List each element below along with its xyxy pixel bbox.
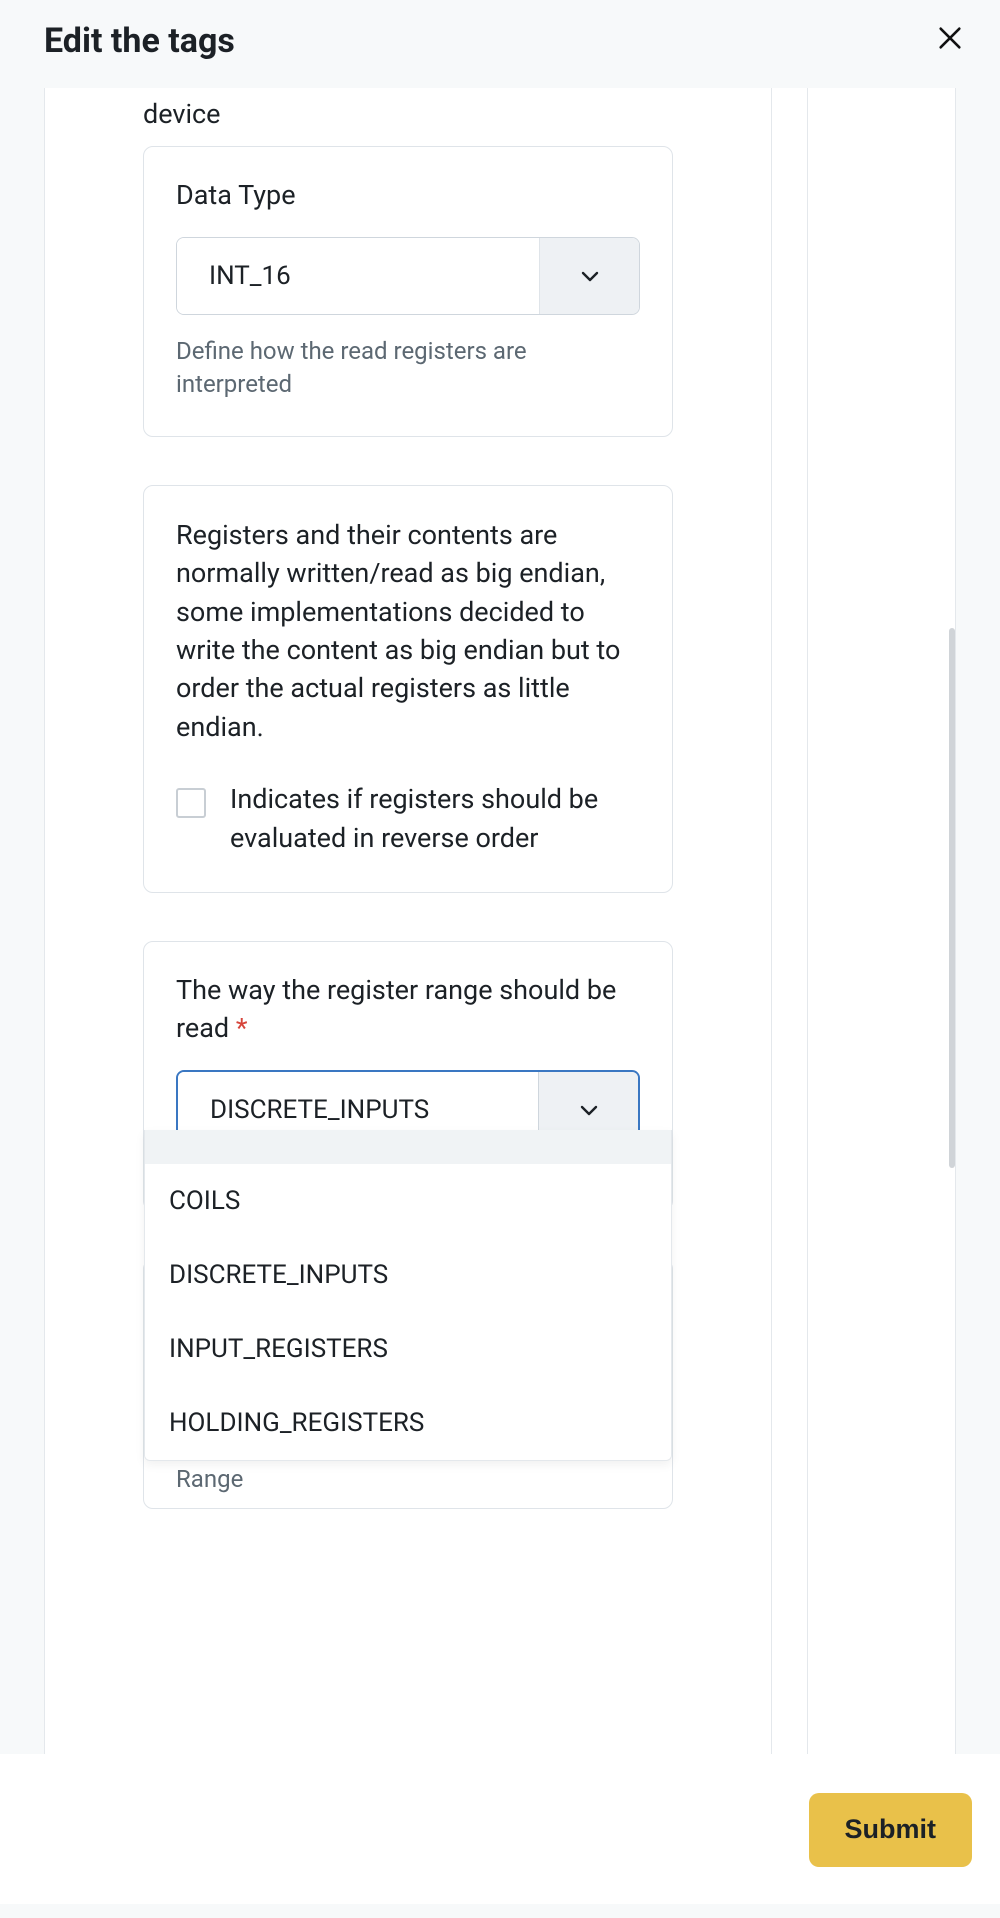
endian-description: Registers and their contents are normall…	[176, 516, 640, 746]
submit-button[interactable]: Submit	[809, 1793, 973, 1867]
modal-footer: Submit	[0, 1754, 1000, 1904]
form-panel: device Data Type INT_16 Define how the r…	[44, 88, 956, 1768]
dropdown-option-discrete-inputs[interactable]: DISCRETE_INPUTS	[145, 1238, 671, 1312]
data-type-card: Data Type INT_16 Define how the read reg…	[143, 146, 673, 437]
data-type-label: Data Type	[176, 177, 640, 215]
modal-title: Edit the tags	[44, 21, 235, 61]
reverse-order-checkbox[interactable]	[176, 788, 206, 818]
dropdown-blank-option[interactable]	[145, 1130, 671, 1164]
required-asterisk: *	[236, 1012, 248, 1044]
chevron-down-icon	[577, 1098, 601, 1122]
close-icon	[936, 24, 964, 52]
data-type-chevron	[539, 238, 639, 314]
reverse-order-checkbox-row[interactable]: Indicates if registers should be evaluat…	[176, 780, 640, 858]
truncated-label: device	[143, 88, 673, 146]
dropdown-option-holding-registers[interactable]: HOLDING_REGISTERS	[145, 1386, 671, 1460]
data-type-select[interactable]: INT_16	[176, 237, 640, 315]
register-range-dropdown: COILS DISCRETE_INPUTS INPUT_REGISTERS HO…	[144, 1130, 672, 1461]
dropdown-option-coils[interactable]: COILS	[145, 1164, 671, 1238]
scrollbar-thumb[interactable]	[949, 628, 955, 1168]
dropdown-option-input-registers[interactable]: INPUT_REGISTERS	[145, 1312, 671, 1386]
register-range-label: The way the register range should be rea…	[176, 972, 640, 1048]
chevron-down-icon	[578, 264, 602, 288]
modal-header: Edit the tags	[0, 0, 1000, 88]
form-content: device Data Type INT_16 Define how the r…	[45, 88, 771, 1549]
data-type-value: INT_16	[177, 238, 539, 314]
close-button[interactable]	[928, 20, 972, 62]
endian-card: Registers and their contents are normall…	[143, 485, 673, 893]
data-type-helper: Define how the read registers are interp…	[176, 335, 640, 402]
reverse-order-label: Indicates if registers should be evaluat…	[230, 780, 640, 858]
modal-body: device Data Type INT_16 Define how the r…	[0, 88, 1000, 1918]
register-range-card: The way the register range should be rea…	[143, 941, 673, 1211]
